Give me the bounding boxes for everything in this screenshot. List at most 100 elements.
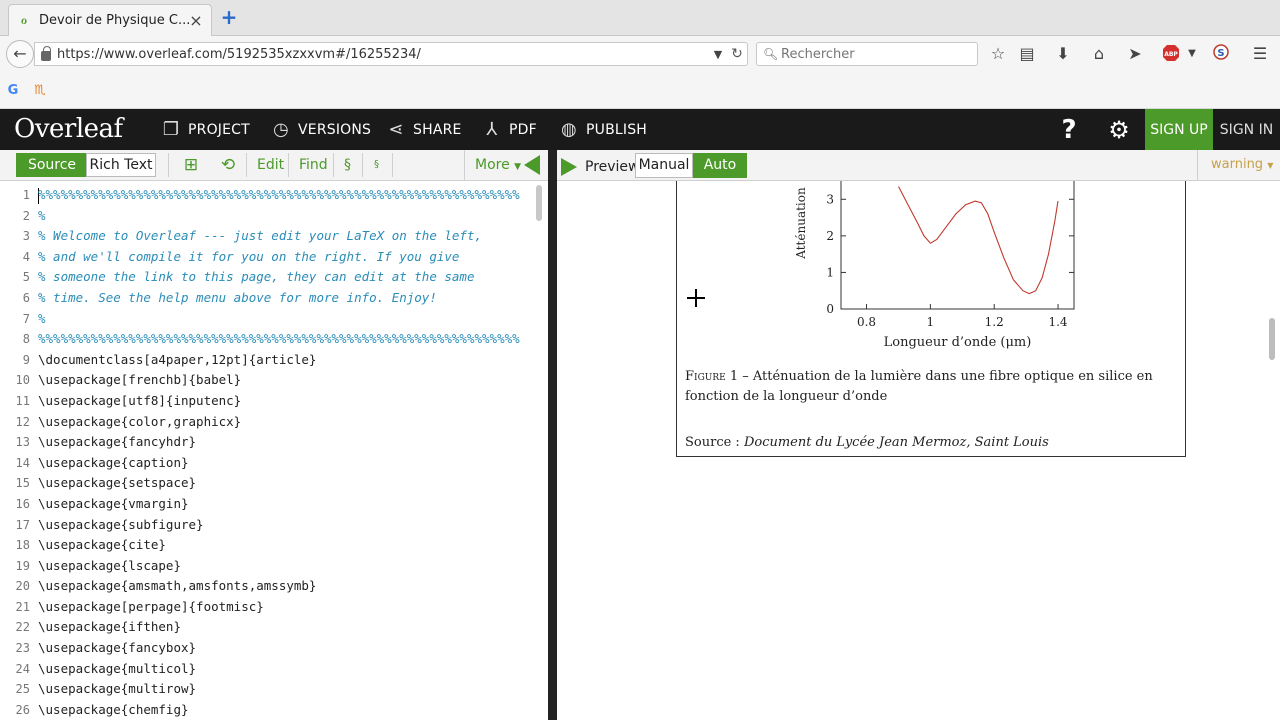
browser-tab[interactable]: ℴ Devoir de Physique C... × [8,4,212,36]
code-line[interactable]: \usepackage[frenchb]{babel} [38,370,534,391]
code-line[interactable]: \usepackage{chemfig} [38,700,534,720]
code-line[interactable]: \usepackage[perpage]{footmisc} [38,597,534,618]
new-tab-icon[interactable]: + [220,7,238,27]
menu-pdf[interactable]: ⅄ PDF [481,109,537,150]
subsection-button[interactable]: § [374,153,379,177]
manual-compile-button[interactable]: Manual [635,153,693,178]
back-arrow-icon[interactable]: ← [6,40,34,68]
menu-pdf-label: PDF [509,121,537,138]
reading-list-icon[interactable]: ▤ [1016,44,1038,64]
pdf-preview[interactable]: 0 1 2 3 0.8 1 1.2 1.4 Longueur d’onde (μm) Atténu… [557,181,1280,720]
code-line[interactable]: \usepackage{cite} [38,535,534,556]
menu-project[interactable]: ❐ PROJECT [160,109,250,150]
close-tab-icon[interactable]: × [189,11,203,30]
adblock-dropdown-icon[interactable]: ▼ [1181,44,1203,64]
send-icon[interactable]: ➤ [1124,44,1146,64]
code-line[interactable]: %%%%%%%%%%%%%%%%%%%%%%%%%%%%%%%%%%%%%%%%… [38,329,534,350]
adblock-icon[interactable]: ABP [1160,44,1182,64]
bookmark-star-icon[interactable]: ☆ [987,44,1009,64]
x-tick-label: 0.8 [857,315,876,329]
code-line[interactable]: \usepackage{vmargin} [38,494,534,515]
warning-dropdown[interactable]: warning ▼ [1197,150,1280,180]
code-editor[interactable]: 1 2 3 4 5 6 7 8 9 10 11 12 13 14 15 16 17 18 19 20 21 22 23 24 2… [0,181,548,720]
code-line[interactable]: \usepackage{multirow} [38,679,534,700]
add-file-icon[interactable]: ⊞ [179,154,203,176]
source-mode-button[interactable]: Source [16,153,88,177]
editor-scrollbar[interactable] [536,185,542,221]
line-number: 14 [15,455,30,470]
hamburger-menu-icon[interactable]: ☰ [1249,44,1271,64]
code-line[interactable]: % [38,309,534,330]
code-line[interactable]: \usepackage{caption} [38,453,534,474]
bookmark-icon[interactable]: ♏ [32,83,48,99]
source-text: Document du Lycée Jean Mermoz, Saint Lou… [743,435,1049,450]
code-line[interactable]: \usepackage{fancybox} [38,638,534,659]
extension-icon[interactable]: S [1210,44,1232,64]
gear-icon[interactable]: ⚙ [1106,116,1132,144]
code-line[interactable]: % Welcome to Overleaf --- just edit your… [38,226,534,247]
code-line[interactable]: \usepackage{multicol} [38,659,534,680]
sign-up-button[interactable]: SIGN UP [1145,109,1213,150]
code-line[interactable]: \usepackage[utf8]{inputenc} [38,391,534,412]
code-line[interactable]: \usepackage{fancyhdr} [38,432,534,453]
download-icon[interactable]: ⬇ [1052,44,1074,64]
url-text[interactable]: https://www.overleaf.com/5192535xzxxvm#/… [57,47,709,62]
rich-text-mode-button[interactable]: Rich Text [86,153,156,177]
preview-button[interactable]: Preview [561,154,640,180]
code-line[interactable]: % [38,206,534,227]
pane-splitter[interactable] [548,150,557,720]
edit-button[interactable]: Edit [257,153,284,177]
code-line[interactable]: \usepackage{subfigure} [38,515,534,536]
code-line[interactable]: % time. See the help menu above for more… [38,288,534,309]
menu-project-label: PROJECT [188,121,250,138]
history-icon[interactable]: ⟲ [216,154,240,176]
menu-share-label: SHARE [413,121,462,138]
code-line[interactable]: % someone the link to this page, they ca… [38,267,534,288]
overleaf-favicon-icon: ℴ [20,12,28,28]
code-line[interactable]: \usepackage{amsmath,amsfonts,amssymb} [38,576,534,597]
x-tick-label: 1.2 [985,315,1004,329]
overleaf-header: Overleaf ❐ PROJECT ◷ VERSIONS ⋖ SHARE ⅄ … [0,109,1280,150]
svg-text:S: S [1217,48,1224,59]
line-number: 20 [15,579,30,594]
collapse-panel-icon[interactable] [524,155,540,175]
code-lines[interactable]: %%%%%%%%%%%%%%%%%%%%%%%%%%%%%%%%%%%%%%%%… [38,185,534,720]
section-button[interactable]: § [344,153,351,177]
search-bar[interactable]: 🔍︎ [756,42,978,66]
y-axis-label: Atténuation [794,187,808,260]
auto-compile-button[interactable]: Auto [693,153,747,178]
line-number: 6 [22,290,30,305]
code-line[interactable]: \usepackage{color,graphicx} [38,412,534,433]
toolbar-divider [392,153,393,177]
more-dropdown[interactable]: More ▼ [464,150,522,180]
editor-toolbar: Source Rich Text ⊞ ⟲ Edit Find § § More … [0,150,548,181]
url-bar[interactable]: https://www.overleaf.com/5192535xzxxvm#/… [34,42,748,66]
help-icon[interactable]: ? [1058,115,1080,145]
reload-icon[interactable]: ↻ [727,46,747,62]
code-line[interactable]: \usepackage{setspace} [38,473,534,494]
sign-in-button[interactable]: SIGN IN [1213,109,1280,150]
source-label: Source : [685,435,744,450]
preview-scrollbar[interactable] [1269,318,1275,360]
toolbar-divider [168,153,169,177]
line-number: 19 [15,558,30,573]
url-dropdown-icon[interactable]: ▼ [709,48,727,61]
line-number: 25 [15,682,30,697]
overleaf-logo[interactable]: Overleaf [14,114,123,144]
menu-versions[interactable]: ◷ VERSIONS [270,109,371,150]
menu-share[interactable]: ⋖ SHARE [385,109,462,150]
code-line[interactable]: \usepackage{ifthen} [38,617,534,638]
code-line[interactable]: % and we'll compile it for you on the ri… [38,247,534,268]
code-line[interactable]: \usepackage{lscape} [38,556,534,577]
code-line[interactable]: %%%%%%%%%%%%%%%%%%%%%%%%%%%%%%%%%%%%%%%%… [38,185,534,206]
y-tick-label: 0 [826,302,834,316]
home-icon[interactable]: ⌂ [1088,44,1110,64]
preview-toolbar: Preview Manual Auto warning ▼ [557,150,1280,181]
code-line[interactable]: \documentclass[a4paper,12pt]{article} [38,350,534,371]
svg-text:ABP: ABP [1164,51,1178,58]
menu-publish[interactable]: ◍ PUBLISH [558,109,647,150]
crosshair-cursor-icon [687,289,705,307]
find-button[interactable]: Find [299,153,328,177]
search-input[interactable] [781,46,971,62]
google-bookmark-icon[interactable]: G [5,83,21,99]
